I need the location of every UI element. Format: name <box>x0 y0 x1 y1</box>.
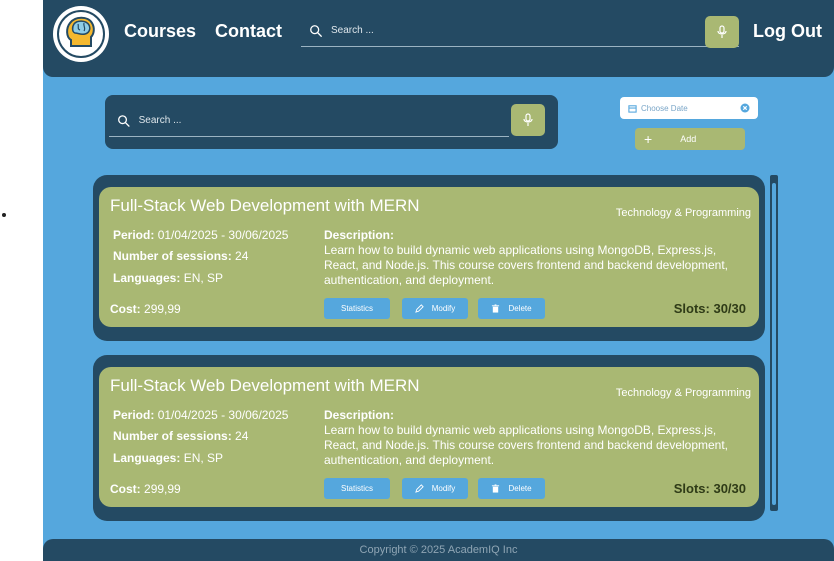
modify-button[interactable]: Modify <box>402 478 468 499</box>
course-voice-search-button[interactable] <box>511 104 545 136</box>
description-label: Description: <box>324 228 395 242</box>
course-period: Period: 01/04/2025 - 30/06/2025 <box>113 228 289 242</box>
course-cost: Cost: 299,99 <box>110 302 181 316</box>
add-label: Add <box>680 134 697 144</box>
course-category: Technology & Programming <box>615 387 751 399</box>
top-voice-search-button[interactable] <box>705 16 739 48</box>
pencil-icon <box>414 304 424 313</box>
mic-icon <box>523 113 533 126</box>
course-slots: Slots: 30/30 <box>673 301 746 316</box>
pencil-icon <box>414 484 424 493</box>
course-card-container: Full-Stack Web Development with MERN Tec… <box>93 175 765 341</box>
course-title: Full-Stack Web Development with MERN <box>110 376 420 395</box>
scrollbar-thumb[interactable] <box>772 183 776 505</box>
course-period: Period: 01/04/2025 - 30/06/2025 <box>113 408 289 422</box>
course-title: Full-Stack Web Development with MERN <box>110 196 420 215</box>
statistics-button[interactable]: Statistics <box>324 298 390 319</box>
course-card: Full-Stack Web Development with MERN Tec… <box>99 367 759 507</box>
course-slots: Slots: 30/30 <box>673 481 746 496</box>
date-placeholder: Choose Date <box>641 103 688 113</box>
top-search-bar <box>301 15 739 47</box>
top-search-input[interactable] <box>331 25 711 36</box>
logout-link[interactable]: Log Out <box>753 21 822 42</box>
modify-button[interactable]: Modify <box>402 298 468 319</box>
nav-courses-link[interactable]: Courses <box>124 21 196 42</box>
calendar-icon <box>628 104 637 113</box>
trash-icon <box>492 484 500 493</box>
search-icon <box>118 114 130 127</box>
course-search-input[interactable] <box>138 115 509 126</box>
course-languages: Languages: EN, SP <box>113 451 224 465</box>
top-navbar: Courses Contact Log Out <box>43 0 834 77</box>
course-sessions: Number of sessions: 24 <box>113 249 249 263</box>
course-cost: Cost: 299,99 <box>110 482 181 496</box>
mic-icon <box>717 25 727 38</box>
course-languages: Languages: EN, SP <box>113 271 224 285</box>
add-course-button[interactable]: + Add <box>635 128 745 150</box>
course-description: Learn how to build dynamic web applicati… <box>324 423 729 467</box>
course-description: Learn how to build dynamic web applicati… <box>324 243 729 287</box>
delete-button[interactable]: Delete <box>478 478 545 499</box>
course-card: Full-Stack Web Development with MERN Tec… <box>99 187 759 327</box>
course-search-panel <box>105 95 558 149</box>
bullet-dot <box>2 213 6 217</box>
copyright-text: Copyright © 2025 AcademIQ Inc <box>359 544 518 556</box>
course-card-container: Full-Stack Web Development with MERN Tec… <box>93 355 765 521</box>
course-search-field <box>109 105 509 137</box>
search-icon <box>310 24 322 37</box>
course-category: Technology & Programming <box>615 207 751 219</box>
description-label: Description: <box>324 408 395 422</box>
trash-icon <box>492 304 500 313</box>
delete-button[interactable]: Delete <box>478 298 545 319</box>
brain-head-logo-icon[interactable] <box>53 6 109 62</box>
date-picker[interactable]: Choose Date <box>620 97 758 119</box>
course-sessions: Number of sessions: 24 <box>113 429 249 443</box>
clear-icon[interactable] <box>740 103 750 113</box>
statistics-button[interactable]: Statistics <box>324 478 390 499</box>
course-list-scrollbar[interactable] <box>770 175 778 511</box>
app-window: Courses Contact Log Out <box>43 0 834 561</box>
nav-contact-link[interactable]: Contact <box>215 21 282 42</box>
footer: Copyright © 2025 AcademIQ Inc <box>43 539 834 561</box>
plus-icon: + <box>644 131 653 147</box>
